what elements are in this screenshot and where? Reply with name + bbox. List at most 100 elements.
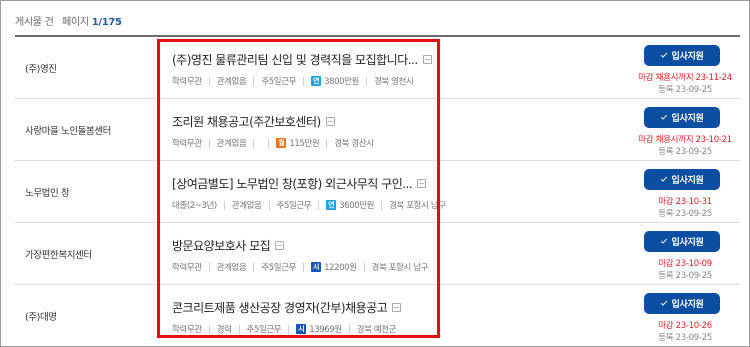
location: 경북 포항시 남구 — [389, 201, 446, 211]
registered-date: 등록 23-09-25 — [658, 209, 712, 219]
divider — [303, 262, 305, 272]
condition-workdays: 주5일근무 — [261, 77, 297, 87]
job-title-link[interactable]: (주)영진 물류관리팀 신입 및 경력직을 모집합니다... — [172, 51, 418, 68]
pay-amount: 115만원 — [289, 139, 320, 149]
divider — [238, 324, 240, 334]
divider — [318, 200, 320, 210]
deadline: 마감 채용시까지 23-11-24 — [638, 73, 732, 83]
condition-education: 학력무관 — [172, 139, 202, 149]
divider — [288, 324, 290, 334]
pay-amount: 3800만원 — [324, 77, 359, 87]
condition-experience: 관계없음 — [231, 201, 262, 211]
company-name[interactable]: (주)영진 — [25, 37, 57, 99]
pay-type-badge: 연 — [311, 76, 322, 86]
divider — [208, 262, 210, 272]
check-icon — [660, 113, 667, 120]
apply-button[interactable]: 입사지원 — [644, 231, 720, 252]
pay-amount: 13969원 — [309, 325, 342, 335]
divider — [223, 200, 225, 210]
divider — [381, 200, 383, 210]
scrap-icon[interactable] — [417, 179, 427, 188]
condition-education: 학력무관 — [172, 263, 202, 273]
condition-workdays: 주5일근무 — [261, 263, 297, 273]
pay-type-badge: 월 — [276, 138, 287, 148]
scrap-icon[interactable] — [325, 117, 335, 126]
job-title-link[interactable]: 콘크리트제품 생산공장 경영자(간부)채용공고 — [172, 299, 388, 316]
condition-education: 학력무관 — [172, 325, 202, 335]
location: 경북 경산시 — [334, 139, 374, 149]
job-conditions: 학력무관 관계없음 주5일근무 연 3800만원 경북 영천시 — [172, 75, 414, 87]
job-title-link[interactable]: 방문요양보호사 모집 — [172, 237, 271, 254]
page-indicator: 1/175 — [91, 17, 122, 28]
company-name[interactable]: 가장편한복지센터 — [25, 223, 92, 285]
check-icon — [660, 299, 667, 306]
company-name[interactable]: 사랑마을 노인돌봄센터 — [25, 99, 111, 161]
apply-label: 입사지원 — [671, 300, 704, 310]
apply-label: 입사지원 — [671, 176, 704, 186]
job-list: (주)영진 (주)영진 물류관리팀 신입 및 경력직을 모집합니다... 학력무관 관… — [15, 35, 740, 347]
condition-education: 대졸(2~3년) — [172, 201, 217, 211]
condition-workdays: 주5일근무 — [276, 201, 312, 211]
pay-type-badge: 시 — [296, 324, 307, 334]
job-row: 가장편한복지센터 방문요양보호사 모집학력무관 관계없음 주5일근무 시 12200원 경북… — [15, 223, 740, 285]
divider — [363, 262, 365, 272]
pay-type-badge: 연 — [326, 200, 337, 210]
condition-experience: 경력 — [216, 325, 232, 335]
page-label: 페이지 — [62, 17, 89, 28]
divider — [208, 76, 210, 86]
apply-button[interactable]: 입사지원 — [644, 169, 720, 190]
deadline: 마감 채용시까지 23-10-21 — [638, 135, 732, 145]
job-title-link[interactable]: [상여금별도] 노무법인 창(포항) 외근사무직 구인... — [172, 175, 413, 192]
company-name[interactable]: 노무법인 창 — [25, 161, 70, 223]
apply-label: 입사지원 — [671, 52, 704, 62]
apply-button[interactable]: 입사지원 — [644, 293, 720, 314]
list-summary: 게시물 건 페이지 1/175 — [15, 13, 122, 28]
job-title-link[interactable]: 조리원 채용공고(주간보호센터) — [172, 113, 321, 130]
divider — [365, 76, 367, 86]
job-row: 사랑마을 노인돌봄센터 조리원 채용공고(주간보호센터) 학력무관 관계없음 월 115만… — [15, 99, 740, 161]
condition-workdays: 주5일근무 — [246, 325, 282, 335]
summary-prefix: 게시물 건 — [15, 17, 54, 28]
pay-amount: 12200원 — [324, 263, 357, 273]
location: 경북 영천시 — [373, 77, 414, 87]
scrap-icon[interactable] — [392, 303, 402, 312]
divider — [253, 262, 255, 272]
scrap-icon[interactable] — [275, 241, 285, 250]
registered-date: 등록 23-09-25 — [658, 85, 712, 95]
divider — [208, 138, 210, 148]
job-conditions: 학력무관 경력 주5일근무 시 13969원 경북 예천군 — [172, 323, 397, 335]
location: 경북 포항시 남구 — [371, 263, 429, 273]
job-row: (주)대명 콘크리트제품 생산공장 경영자(간부)채용공고학력무관 경력 주5일근무 시… — [15, 285, 740, 347]
job-conditions: 학력무관 관계없음 주5일근무 시 12200원 경북 포항시 남구 — [172, 261, 428, 273]
divider — [208, 324, 210, 334]
divider — [268, 138, 270, 148]
job-conditions: 대졸(2~3년) 관계없음 주5일근무 연 3600만원 경북 포항시 남구 — [172, 199, 446, 211]
scrap-icon[interactable] — [422, 55, 432, 64]
apply-label: 입사지원 — [671, 238, 704, 248]
location: 경북 예천군 — [356, 325, 397, 335]
condition-experience: 관계없음 — [216, 263, 247, 273]
deadline: 마감 23-10-26 — [658, 321, 712, 331]
apply-button[interactable]: 입사지원 — [644, 107, 720, 128]
job-row: 노무법인 창 [상여금별도] 노무법인 창(포항) 외근사무직 구인... 대졸(2… — [15, 161, 740, 223]
job-row: (주)영진 (주)영진 물류관리팀 신입 및 경력직을 모집합니다... 학력무관 관… — [15, 37, 740, 99]
apply-label: 입사지원 — [671, 114, 704, 124]
check-icon — [660, 237, 667, 244]
divider — [253, 138, 255, 148]
pay-amount: 3600만원 — [339, 201, 375, 211]
job-conditions: 학력무관 관계없음 월 115만원 경북 경산시 — [172, 137, 374, 149]
divider — [348, 324, 350, 334]
divider — [326, 138, 328, 148]
condition-experience: 관계없음 — [216, 77, 247, 87]
condition-education: 학력무관 — [172, 77, 202, 87]
divider — [268, 200, 270, 210]
check-icon — [660, 175, 667, 182]
deadline: 마감 23-10-09 — [658, 259, 712, 269]
pay-type-badge: 시 — [311, 262, 322, 272]
apply-button[interactable]: 입사지원 — [644, 45, 720, 66]
divider — [303, 76, 305, 86]
check-icon — [660, 51, 667, 58]
divider — [253, 76, 255, 86]
company-name[interactable]: (주)대명 — [25, 285, 57, 347]
registered-date: 등록 23-09-25 — [658, 333, 712, 343]
